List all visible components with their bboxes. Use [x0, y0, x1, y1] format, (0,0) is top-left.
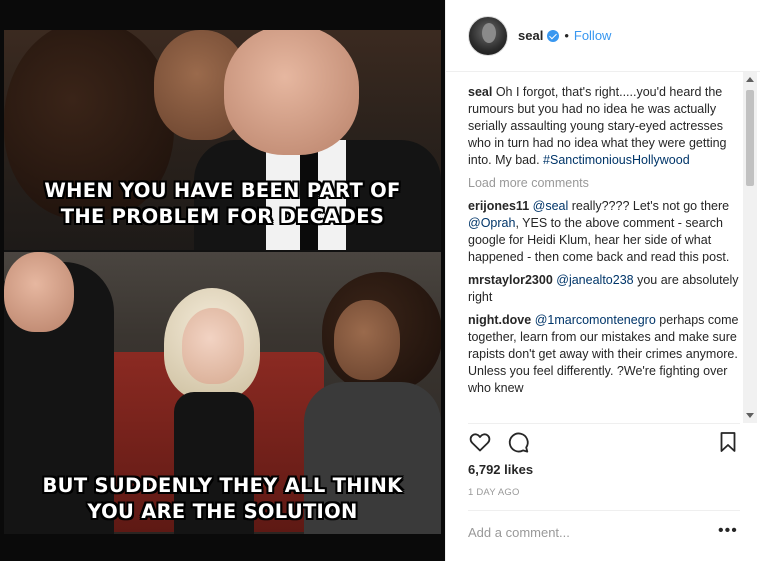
comment-mention[interactable]: @1marcomontenegro: [535, 313, 656, 327]
post-image[interactable]: WHEN YOU HAVE BEEN PART OF THE PROBLEM F…: [0, 0, 445, 561]
meme-top-line2: THE PROBLEM FOR DECADES: [60, 205, 385, 228]
blonde-face-shape: [182, 308, 244, 384]
list-item: erijones11 @seal really???? Let's not go…: [468, 198, 740, 266]
comment-username[interactable]: night.dove: [468, 313, 531, 327]
meme-top-line1: WHEN YOU HAVE BEEN PART OF: [44, 179, 401, 202]
scroll-down-icon[interactable]: [746, 413, 754, 418]
post-header: seal • Follow: [446, 0, 760, 72]
likes-count[interactable]: 6,792 likes: [468, 462, 533, 477]
divider: [468, 510, 740, 511]
comments-scrollbar[interactable]: [743, 72, 757, 423]
oprah-face-shape: [334, 300, 400, 380]
follow-button[interactable]: Follow: [574, 28, 612, 43]
heart-icon[interactable]: [468, 430, 492, 454]
meme-bottom-caption: BUT SUDDENLY THEY ALL THINK YOU ARE THE …: [0, 473, 445, 525]
man-face-shape: [224, 30, 359, 155]
action-bar: [468, 430, 740, 456]
caption: seal Oh I forgot, that's right.....you'd…: [468, 84, 740, 169]
post-sidebar: seal • Follow seal Oh I forgot, that's r…: [445, 0, 760, 561]
scroll-up-icon[interactable]: [746, 77, 754, 82]
scroll-thumb[interactable]: [746, 90, 754, 186]
verified-badge-icon: [547, 29, 560, 42]
comment-mention[interactable]: @janealto238: [556, 273, 633, 287]
caption-hashtag[interactable]: #SanctimoniousHollywood: [543, 153, 690, 167]
list-item: mrstaylor2300 @janealto238 you are absol…: [468, 272, 740, 306]
header-username[interactable]: seal: [518, 28, 543, 43]
more-options-icon[interactable]: •••: [718, 522, 738, 540]
comment-username[interactable]: erijones11: [468, 199, 529, 213]
add-comment-input[interactable]: [468, 524, 688, 540]
comment-text: really???? Let's not go there: [568, 199, 730, 213]
meme-bottom-line1: BUT SUDDENLY THEY ALL THINK: [42, 474, 403, 497]
man-left-face-shape: [4, 252, 74, 332]
post-timestamp[interactable]: 1 DAY AGO: [468, 487, 520, 498]
comments-list[interactable]: seal Oh I forgot, that's right.....you'd…: [468, 84, 740, 422]
header-separator: •: [564, 28, 569, 43]
caption-username[interactable]: seal: [468, 85, 492, 99]
list-item: night.dove @1marcomontenegro perhaps com…: [468, 312, 740, 397]
meme-bottom-line2: YOU ARE THE SOLUTION: [87, 500, 358, 523]
comment-mention[interactable]: @Oprah: [468, 216, 515, 230]
divider: [468, 423, 740, 424]
avatar[interactable]: [468, 15, 508, 56]
bookmark-icon[interactable]: [716, 430, 740, 454]
comment-username[interactable]: mrstaylor2300: [468, 273, 553, 287]
load-more-comments-button[interactable]: Load more comments: [468, 175, 740, 192]
meme-top-caption: WHEN YOU HAVE BEEN PART OF THE PROBLEM F…: [0, 178, 445, 230]
comment-mention[interactable]: @seal: [533, 199, 569, 213]
comment-icon[interactable]: [506, 430, 530, 454]
